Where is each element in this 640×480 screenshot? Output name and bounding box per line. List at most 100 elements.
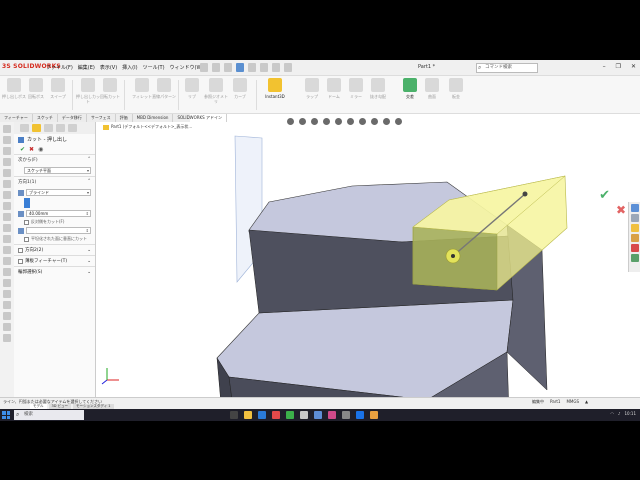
app-icon[interactable] <box>300 411 308 419</box>
draft-icon[interactable] <box>18 227 24 234</box>
direction2-group[interactable]: 方向2(2) ⌄ <box>14 244 95 255</box>
minimize-button[interactable]: – <box>603 63 606 70</box>
revolve-cut-button[interactable]: 回転カット <box>98 78 122 99</box>
appearances-icon[interactable] <box>631 244 639 252</box>
feature-icon[interactable] <box>3 202 11 210</box>
print-icon[interactable] <box>236 63 244 72</box>
rib-button[interactable]: リブ <box>180 78 204 99</box>
revolve-boss-button[interactable]: 回転ボス <box>24 78 48 99</box>
wrap-button[interactable]: ラップ <box>300 78 324 99</box>
feature-icon[interactable] <box>3 224 11 232</box>
direction1-group-header[interactable]: 方向1(1) ⌃ <box>14 176 95 187</box>
cancel-x-button[interactable]: ✖ <box>29 146 34 153</box>
command-search-input[interactable]: ⌕ コマンド検索 <box>476 63 538 73</box>
appearance-icon[interactable] <box>371 118 378 125</box>
previous-view-icon[interactable] <box>311 118 318 125</box>
volume-icon[interactable]: ♪ <box>618 411 621 416</box>
feature-icon[interactable] <box>3 323 11 331</box>
from-group-header[interactable]: 次から(F) ⌃ <box>14 154 95 165</box>
feature-icon[interactable] <box>3 125 11 133</box>
home-icon[interactable] <box>631 204 639 212</box>
preview-eye-icon[interactable]: ◉ <box>38 146 43 153</box>
feature-icon[interactable] <box>3 158 11 166</box>
draft-button[interactable]: 抜き勾配 <box>366 78 390 99</box>
menu-file[interactable]: ファイル(F) <box>46 64 73 71</box>
feature-icon[interactable] <box>3 312 11 320</box>
menu-view[interactable]: 表示(V) <box>100 64 117 71</box>
feature-icon[interactable] <box>3 180 11 188</box>
feature-icon[interactable] <box>3 290 11 298</box>
custom-properties-icon[interactable] <box>631 254 639 262</box>
select-icon[interactable] <box>260 63 268 72</box>
feature-icon[interactable] <box>3 169 11 177</box>
cancel-x-icon[interactable]: ✖ <box>616 203 626 217</box>
hide-show-icon[interactable] <box>359 118 366 125</box>
feature-icon[interactable] <box>3 191 11 199</box>
zoom-fit-icon[interactable] <box>287 118 294 125</box>
extrude-boss-button[interactable]: 押し出しボス <box>2 78 26 99</box>
feature-icon[interactable] <box>3 246 11 254</box>
close-button[interactable]: ✕ <box>631 63 636 70</box>
menu-edit[interactable]: 編集(E) <box>78 64 95 71</box>
unit-system[interactable]: MMGS <box>566 399 579 405</box>
linear-pattern-button[interactable]: 直線パターン <box>152 78 176 99</box>
feature-icon[interactable] <box>3 268 11 276</box>
depth-input[interactable]: 40.00mm ⇕ <box>26 210 91 217</box>
feature-icon[interactable] <box>3 334 11 342</box>
reference-geometry-button[interactable]: 参照ジオメトリ <box>204 78 228 104</box>
extrude-cut-button[interactable]: 押し出しカット <box>76 78 100 104</box>
edge-browser-icon[interactable] <box>258 411 266 419</box>
flip-side-checkbox[interactable]: 反対側をカット(F) <box>24 219 91 225</box>
curves-button[interactable]: カーブ <box>228 78 252 99</box>
direction-selection-box[interactable] <box>24 198 30 208</box>
app-icon[interactable] <box>328 411 336 419</box>
tab-evaluate[interactable]: 評価 <box>116 114 133 122</box>
display-style-icon[interactable] <box>347 118 354 125</box>
tab-sketch[interactable]: スケッチ <box>33 114 58 122</box>
network-icon[interactable]: ◠ <box>610 411 614 416</box>
reverse-direction-icon[interactable] <box>18 189 24 196</box>
fillet-button[interactable]: フィレット <box>130 78 154 99</box>
feature-icon[interactable] <box>3 136 11 144</box>
windows-start-icon[interactable] <box>2 411 10 419</box>
file-explorer-icon[interactable] <box>244 411 252 419</box>
menu-window[interactable]: ウィンドウ(W) <box>170 64 204 71</box>
from-select[interactable]: スケッチ平面 ▾ <box>24 167 91 174</box>
spinner-icon[interactable]: ⇕ <box>86 211 89 216</box>
configuration-tab-icon[interactable] <box>44 124 53 132</box>
options-gear-icon[interactable] <box>284 63 292 72</box>
sweep-button[interactable]: スイープ <box>46 78 70 99</box>
feature-icon[interactable] <box>3 235 11 243</box>
feature-icon[interactable] <box>3 279 11 287</box>
view-settings-icon[interactable] <box>395 118 402 125</box>
feature-tree-tab-icon[interactable] <box>20 124 29 132</box>
new-file-icon[interactable] <box>200 63 208 72</box>
feature-icon[interactable] <box>3 301 11 309</box>
rebuild-icon[interactable] <box>272 63 280 72</box>
checkbox[interactable] <box>24 236 29 242</box>
feature-icon[interactable] <box>3 257 11 265</box>
tab-data-migration[interactable]: データ移行 <box>58 114 87 122</box>
task-view-icon[interactable] <box>230 411 238 419</box>
design-library-icon[interactable] <box>631 224 639 232</box>
feature-tree-flyout[interactable]: Part1 (デフォルト<<デフォルト>_表示状... <box>103 124 192 130</box>
draft-angle-input[interactable]: ⇕ <box>26 227 91 234</box>
display-tab-icon[interactable] <box>68 124 77 132</box>
maximize-button[interactable]: ❐ <box>616 63 621 70</box>
tab-addins[interactable]: SOLIDWORKS アドイン <box>173 114 227 122</box>
tab-features[interactable]: フィーチャー <box>0 114 33 122</box>
file-explorer-icon[interactable] <box>631 234 639 242</box>
expand-icon[interactable]: ▲ <box>585 399 588 405</box>
checkbox[interactable] <box>18 247 23 253</box>
intersect-button[interactable]: 交差 <box>398 78 422 99</box>
sheet-metal-button[interactable]: 板金 <box>444 78 468 99</box>
arrow-handle[interactable] <box>522 191 528 197</box>
end-condition-select[interactable]: ブラインド ▾ <box>26 189 91 196</box>
thin-feature-group[interactable]: 薄板フィーチャー(T) ⌄ <box>14 255 95 266</box>
ok-check-button[interactable]: ✔ <box>20 146 25 153</box>
tab-surfaces[interactable]: サーフェス <box>87 114 116 122</box>
dimxpert-tab-icon[interactable] <box>56 124 65 132</box>
property-manager-tab-icon[interactable] <box>32 124 41 132</box>
view-orientation-icon[interactable] <box>335 118 342 125</box>
checkbox[interactable] <box>24 219 29 225</box>
